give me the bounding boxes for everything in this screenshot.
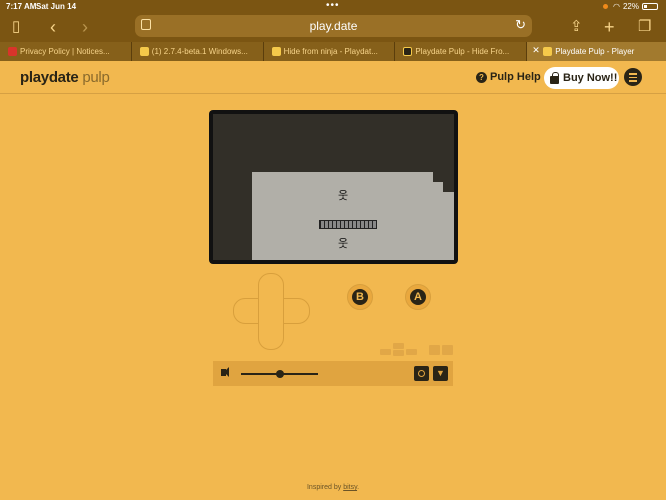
game-screen-frame: 웃 웃 bbox=[209, 110, 458, 264]
tab-favicon-icon bbox=[271, 47, 281, 56]
screenshot-camera-icon[interactable] bbox=[414, 366, 429, 381]
help-icon: ? bbox=[476, 71, 487, 83]
recording-indicator-icon bbox=[603, 4, 608, 9]
game-screen[interactable]: 웃 웃 bbox=[213, 114, 454, 260]
multitask-dots[interactable]: ••• bbox=[326, 0, 340, 11]
address-url: play.date bbox=[309, 19, 358, 33]
footer: Inspired by bitsy. bbox=[0, 484, 666, 491]
tab-label: Hide from ninja - Playdat... bbox=[283, 47, 378, 56]
bitsy-link[interactable]: bitsy bbox=[343, 484, 357, 491]
tab-favicon-icon bbox=[543, 47, 553, 56]
footer-text: Inspired by bbox=[306, 484, 342, 491]
logo-primary: playdate bbox=[20, 69, 79, 86]
footer-suffix: . bbox=[357, 484, 360, 491]
wall-step bbox=[443, 182, 454, 192]
tab-favicon-icon bbox=[139, 47, 149, 56]
tab-privacy-policy[interactable]: Privacy Policy | Notices... bbox=[0, 42, 131, 61]
volume-slider-thumb[interactable] bbox=[275, 370, 284, 378]
back-icon[interactable]: ‹ bbox=[50, 17, 56, 37]
tab-pulp-player[interactable]: ✕ Playdate Pulp - Player bbox=[526, 42, 666, 61]
tab-bar: Privacy Policy | Notices... (1) 2.7.4-be… bbox=[0, 42, 666, 61]
player-controls-bar: ▼ bbox=[213, 361, 453, 386]
tab-label: (1) 2.7.4-beta.1 Windows... bbox=[151, 47, 248, 56]
forward-icon[interactable]: › bbox=[82, 17, 88, 37]
tab-label: Playdate Pulp - Hide Fro... bbox=[415, 47, 510, 56]
sidebar-toggle-icon[interactable]: ▯ bbox=[12, 17, 20, 37]
key-hint bbox=[380, 349, 391, 355]
key-hint bbox=[429, 345, 440, 355]
b-button-label: B bbox=[352, 289, 368, 305]
battery-percent: 22% bbox=[622, 2, 639, 11]
wall-step bbox=[433, 172, 454, 182]
address-bar[interactable]: play.date ↻ bbox=[135, 15, 532, 37]
help-label: Pulp Help bbox=[490, 71, 541, 83]
a-button[interactable]: A bbox=[405, 284, 431, 310]
key-hint bbox=[393, 350, 404, 356]
reload-icon[interactable]: ↻ bbox=[515, 17, 526, 33]
volume-icon[interactable] bbox=[221, 367, 229, 377]
status-date: Sat Jun 14 bbox=[36, 2, 77, 11]
playdate-pulp-logo[interactable]: playdate pulp bbox=[20, 69, 110, 86]
tab-favicon-icon bbox=[403, 47, 413, 56]
tab-close-icon[interactable]: ✕ bbox=[532, 45, 540, 56]
key-hint bbox=[406, 349, 417, 355]
tab-pulp-hide[interactable]: Playdate Pulp - Hide Fro... bbox=[394, 42, 527, 61]
wifi-icon: ◠ bbox=[613, 2, 620, 11]
site-header: playdate pulp ? Pulp Help Buy Now!! bbox=[0, 61, 666, 94]
new-tab-icon[interactable]: + bbox=[604, 17, 615, 37]
chevron-down-icon[interactable]: ▼ bbox=[433, 366, 448, 381]
tab-hide-from-ninja[interactable]: Hide from ninja - Playdat... bbox=[262, 42, 395, 61]
status-bar: 7:17 AM Sat Jun 14 ••• ◠ 22% bbox=[0, 0, 666, 13]
a-button-label: A bbox=[410, 289, 426, 305]
b-button[interactable]: B bbox=[347, 284, 373, 310]
lock-icon bbox=[550, 71, 559, 84]
tab-label: Playdate Pulp - Player bbox=[555, 47, 635, 56]
share-icon[interactable]: ⇪ bbox=[570, 17, 583, 37]
tab-favicon-icon bbox=[8, 47, 17, 56]
battery-icon bbox=[642, 3, 658, 10]
buy-label: Buy Now!! bbox=[563, 72, 618, 84]
dpad-center bbox=[259, 299, 283, 323]
room-floor bbox=[252, 172, 454, 260]
status-right: ◠ 22% bbox=[603, 2, 658, 11]
tab-label: Privacy Policy | Notices... bbox=[20, 47, 110, 56]
key-hint bbox=[442, 345, 453, 355]
buy-now-button[interactable]: Buy Now!! bbox=[544, 67, 619, 89]
browser-toolbar: ▯ ‹ › play.date ↻ ⇪ + ❐ bbox=[0, 13, 666, 42]
brick-wall-tiles bbox=[319, 220, 377, 229]
logo-secondary: pulp bbox=[82, 69, 110, 86]
tabs-overview-icon[interactable]: ❐ bbox=[638, 17, 651, 37]
status-time: 7:17 AM bbox=[6, 2, 37, 11]
pulp-help-link[interactable]: ? Pulp Help bbox=[476, 71, 541, 83]
tab-windows-beta[interactable]: (1) 2.7.4-beta.1 Windows... bbox=[130, 42, 263, 61]
ninja-sprite-icon: 웃 bbox=[338, 190, 349, 202]
key-hint bbox=[393, 343, 404, 349]
hamburger-menu-icon[interactable] bbox=[624, 68, 642, 86]
player-sprite-icon: 웃 bbox=[338, 238, 349, 250]
